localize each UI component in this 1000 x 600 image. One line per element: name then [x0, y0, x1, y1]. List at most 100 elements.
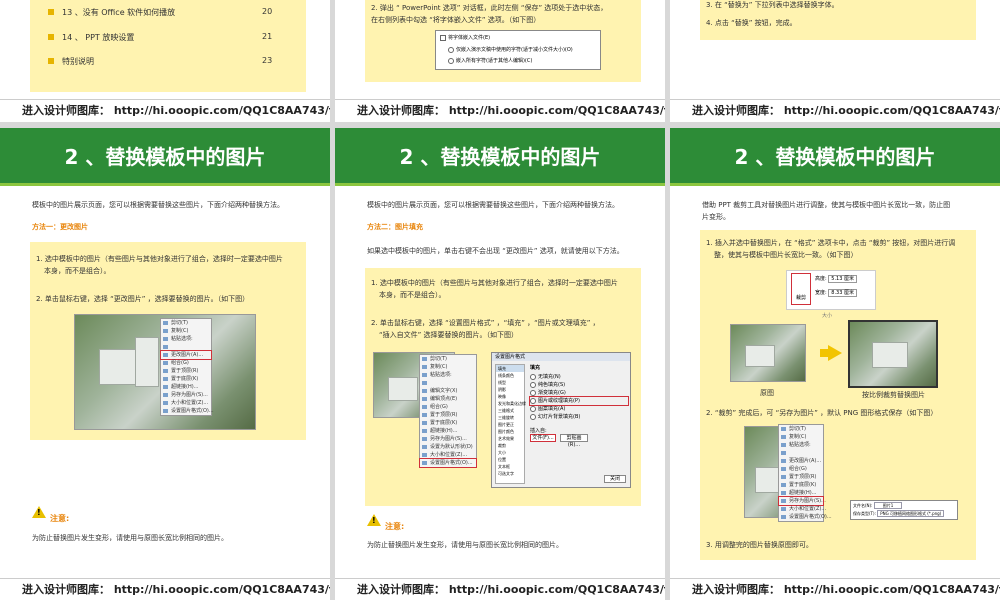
note-label: 注意: [50, 514, 70, 523]
fill-option[interactable]: 图案填充(A) [530, 405, 628, 413]
section-header: 2 、替换模板中的图片 [335, 128, 665, 186]
height-input[interactable]: 5.13 厘米 [828, 275, 858, 283]
dialog-category-item[interactable]: 大小 [496, 449, 524, 456]
dialog-category-item[interactable]: 填充 [496, 365, 524, 372]
dialog-category-item[interactable]: 图片颜色 [496, 428, 524, 435]
slide-method-1[interactable]: 2 、替换模板中的图片 模板中的图片展示页面，您可以根据需要替换这些图片，下面介… [0, 128, 330, 600]
footer-link[interactable]: 进入设计师图库： http://hi.ooopic.com/QQ1C8AA743… [670, 578, 1000, 600]
context-menu-item[interactable]: 粘贴选项: [779, 441, 823, 449]
context-menu-item[interactable]: 设置为默认形状(D) [420, 443, 476, 451]
insert-label: 插入自: [530, 428, 547, 434]
step-text: 2. 单击鼠标右键，选择 “更改图片” ，选择要替换的图片。（如下图） [36, 295, 250, 303]
slide-top-right[interactable]: 3. 在 “替换为” 下拉列表中选择替换字体。 4. 点击 “替换” 按钮，完成… [670, 0, 1000, 122]
context-menu-item[interactable] [420, 379, 476, 387]
slide-top-left[interactable]: 13 、没有 Office 软件如何播放 20 14 、 PPT 放映设置 21… [0, 0, 330, 122]
toc-item-14[interactable]: 14 、 PPT 放映设置 [62, 32, 134, 43]
filetype-select[interactable]: PNG 可移植网络图形格式 (*.png) [877, 510, 945, 517]
context-menu-item[interactable]: 复制(C) [779, 433, 823, 441]
context-menu-item[interactable]: 组合(G) [420, 403, 476, 411]
context-menu-item[interactable]: 复制(C) [420, 363, 476, 371]
dialog-category-item[interactable]: 三维格式 [496, 407, 524, 414]
context-menu-item[interactable]: 粘贴选项: [161, 335, 211, 343]
context-menu-item[interactable]: 剪切(T) [420, 355, 476, 363]
context-menu-item[interactable]: 另存为图片(S)... [778, 496, 826, 506]
context-menu-item[interactable]: 更改图片(A)... [779, 457, 823, 465]
fill-radio[interactable] [530, 405, 536, 412]
context-menu-item[interactable]: 置于底层(K) [161, 375, 211, 383]
embed-font-checkbox[interactable] [440, 34, 446, 41]
filename-label: 文件名(N): [853, 503, 873, 508]
dialog-category-item[interactable]: 发光和柔化边缘 [496, 400, 526, 407]
dialog-category-item[interactable]: 位置 [496, 456, 524, 463]
insert-file-button[interactable]: 文件(F)... [530, 434, 556, 442]
fill-option[interactable]: 渐变填充(G) [530, 389, 628, 397]
context-menu-item[interactable]: 大小和位置(Z)... [161, 399, 211, 407]
fill-radio[interactable] [530, 373, 536, 380]
context-menu-item[interactable]: 置于底层(K) [420, 419, 476, 427]
context-menu-item[interactable]: 粘贴选项: [420, 371, 476, 379]
context-menu-item[interactable]: 置于顶层(R) [161, 367, 211, 375]
slide-top-mid[interactable]: 2. 弹出 “ PowerPoint 选项” 对话框，此时左侧 “保存” 选项处… [335, 0, 665, 122]
dialog-category-item[interactable]: 图片更正 [496, 421, 524, 428]
dialog-category-item[interactable]: 裁剪 [496, 442, 524, 449]
footer-link[interactable]: 进入设计师图库： http://hi.ooopic.com/QQ1C8AA743… [670, 99, 1000, 121]
context-menu-item[interactable] [161, 343, 211, 351]
toc-bullet [48, 9, 54, 15]
crop-button[interactable]: 裁剪 [791, 273, 811, 305]
context-menu-item[interactable]: 置于顶层(R) [420, 411, 476, 419]
fill-option[interactable]: 纯色填充(S) [530, 381, 628, 389]
context-menu-item[interactable]: 组合(G) [779, 465, 823, 473]
context-menu-item[interactable]: 剪切(T) [161, 319, 211, 327]
dialog-category-item[interactable]: 阴影 [496, 386, 524, 393]
context-menu-item[interactable]: 置于底层(K) [779, 481, 823, 489]
dialog-category-item[interactable]: 可选文字 [496, 470, 524, 477]
embed-font-label: 将字体嵌入文件(E) [448, 35, 491, 41]
context-menu-item[interactable]: 设置图片格式(O)... [779, 513, 832, 521]
context-menu-item[interactable]: 超链接(H)... [161, 383, 211, 391]
fill-radio[interactable] [530, 389, 536, 396]
radio-subset[interactable] [448, 46, 454, 53]
footer-link[interactable]: 进入设计师图库： http://hi.ooopic.com/QQ1C8AA743… [0, 578, 330, 600]
context-menu-item[interactable]: 组合(G) [161, 359, 211, 367]
slide-crop[interactable]: 2 、替换模板中的图片 借助 PPT 裁剪工具对替换图片进行调整，使其与模板中图… [670, 128, 1000, 600]
fill-option[interactable]: 图片或纹理填充(P) [529, 396, 629, 406]
fill-option[interactable]: 无填充(N) [530, 373, 628, 381]
context-menu-item[interactable]: 另存为图片(S)... [420, 435, 476, 443]
context-menu-item[interactable]: 编辑文字(X) [420, 387, 476, 395]
fill-radio[interactable] [530, 397, 536, 404]
context-menu-item[interactable]: 复制(C) [161, 327, 211, 335]
footer-link[interactable]: 进入设计师图库： http://hi.ooopic.com/QQ1C8AA743… [0, 99, 330, 121]
context-menu-item[interactable]: 超链接(H)... [420, 427, 476, 435]
context-menu-item[interactable]: 置于顶层(R) [779, 473, 823, 481]
context-menu-item[interactable]: 大小和位置(Z)... [779, 505, 826, 513]
dialog-category-item[interactable]: 映像 [496, 393, 524, 400]
context-menu-item[interactable]: 设置图片格式(O)... [419, 458, 477, 468]
context-menu-item[interactable]: 另存为图片(S)... [161, 391, 211, 399]
toc-item-special[interactable]: 特别说明 [62, 56, 94, 67]
radio-all[interactable] [448, 57, 454, 64]
filename-input[interactable]: 图片1 [873, 502, 903, 509]
context-menu-item[interactable]: 编辑顶点(E) [420, 395, 476, 403]
fill-radio[interactable] [530, 413, 536, 420]
dialog-category-item[interactable]: 艺术效果 [496, 435, 524, 442]
context-menu: 剪切(T) 复制(C) 粘贴选项: 更改图片(A)... 组合(G) 置于顶层(R) 置于底… [160, 318, 214, 416]
dialog-category-item[interactable]: 线条颜色 [496, 372, 524, 379]
fill-option[interactable]: 幻灯片背景填充(B) [530, 413, 628, 421]
context-menu-item[interactable]: 大小和位置(Z)... [420, 451, 476, 459]
context-menu-item[interactable]: 剪切(T) [779, 425, 823, 433]
context-menu-item[interactable]: 更改图片(A)... [160, 350, 212, 360]
context-menu-item[interactable]: 超链接(H)... [779, 489, 823, 497]
dialog-category-item[interactable]: 文本框 [496, 463, 524, 470]
toc-item-13[interactable]: 13 、没有 Office 软件如何播放 [62, 7, 175, 18]
context-menu-item[interactable]: 设置图片格式(O)... [161, 407, 214, 415]
slide-method-2[interactable]: 2 、替换模板中的图片 模板中的图片展示页面，您可以根据需要替换这些图片，下面介… [335, 128, 665, 600]
footer-link[interactable]: 进入设计师图库： http://hi.ooopic.com/QQ1C8AA743… [335, 578, 665, 600]
footer-link[interactable]: 进入设计师图库： http://hi.ooopic.com/QQ1C8AA743… [335, 99, 665, 121]
fill-radio[interactable] [530, 381, 536, 388]
width-input[interactable]: 8.33 厘米 [828, 289, 858, 297]
dialog-category-item[interactable]: 三维旋转 [496, 414, 524, 421]
close-button[interactable]: 关闭 [604, 475, 626, 483]
context-menu-item[interactable] [779, 449, 823, 457]
clipart-button[interactable]: 剪贴画(R)... [560, 434, 588, 448]
dialog-category-item[interactable]: 线型 [496, 379, 524, 386]
